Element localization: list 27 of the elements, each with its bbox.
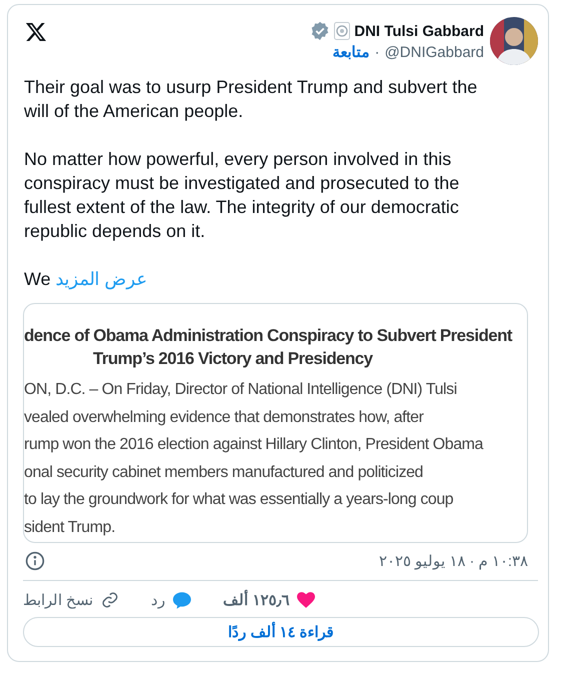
document-image[interactable] (23, 303, 528, 544)
read-replies-button[interactable]: قراءة ١٤ ألف ردًا (23, 617, 539, 647)
tweet-text: Their goal was to usurp President Trump and subvert the will of the American people. (24, 76, 478, 123)
timestamp[interactable]: ١٠:٣٨ م · ١٨ يوليو ٢٠٢٥ (378, 552, 528, 570)
document-text: rump won the 2016 election against Hillary Clinton, President Obama (24, 435, 484, 456)
document-text: vealed overwhelming evidence that demonstrates how, after (24, 408, 425, 428)
document-text: to lay the groundwork for what was essentially a years-long coup (24, 490, 454, 510)
seal-badge-icon (334, 22, 350, 40)
copy-button[interactable]: نسخ الرابط (23, 591, 120, 610)
separator-dot: · (374, 44, 380, 60)
document-text: onal security cabinet members manufactured and politicized (24, 462, 424, 483)
document-title: Trump’s 2016 Victory and Presidency (92, 348, 374, 370)
author-handle[interactable]: @DNIGabbard (384, 44, 484, 60)
speech-bubble-icon (173, 592, 192, 609)
tweet-text: No matter how powerful, every person involved in this conspiracy must be investigated and prosecuted to the fullest extent of the law. The integrity of our democratic republic depends on it. (24, 148, 460, 243)
link-icon (101, 591, 120, 610)
document-text: sident Trump. (24, 518, 116, 538)
info-icon[interactable] (25, 551, 45, 572)
document-title: dence of Obama Administration Conspiracy to Subvert President (24, 325, 514, 347)
author-name[interactable]: DNI Tulsi Gabbard (354, 22, 484, 40)
reply-button[interactable]: رد (151, 591, 192, 610)
heart-icon (297, 592, 316, 608)
follow-link[interactable]: متابعة (332, 43, 370, 61)
like-button[interactable]: ١٢٥٫٦ ألف (223, 591, 316, 610)
x-logo-icon[interactable] (25, 21, 47, 43)
document-text: ON, D.C. – On Friday, Director of National Intelligence (DNI) Tulsi (24, 380, 458, 400)
avatar-icon[interactable] (490, 17, 538, 65)
